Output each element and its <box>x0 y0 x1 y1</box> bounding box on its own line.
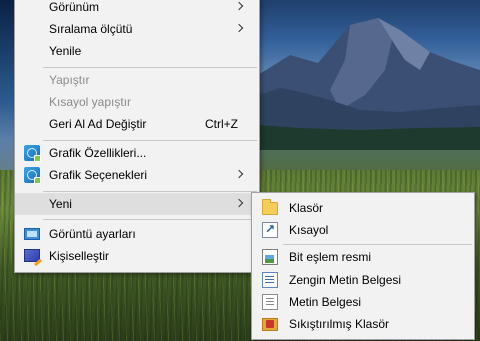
personalize-icon <box>24 249 40 262</box>
menu-item-undo-rename[interactable]: Geri Al Ad Değiştir Ctrl+Z <box>15 113 259 135</box>
menu-item-personalize[interactable]: Kişiselleştir <box>15 245 259 267</box>
menu-item-graphics-options[interactable]: Grafik Seçenekleri <box>15 164 259 186</box>
menu-item-new[interactable]: Yeni <box>15 193 259 215</box>
folder-icon <box>262 199 278 215</box>
chevron-right-icon <box>236 193 246 215</box>
display-settings-icon <box>24 228 40 240</box>
text-document-icon <box>262 294 278 310</box>
menu-separator <box>43 191 257 192</box>
menu-item-label: Kişiselleştir <box>49 249 110 263</box>
menu-separator <box>283 244 472 245</box>
submenu-item-bitmap-image[interactable]: Bit eşlem resmi <box>252 246 474 268</box>
menu-item-label: Görünüm <box>49 0 100 14</box>
menu-item-paste-shortcut[interactable]: Kısayol yapıştır <box>15 91 259 113</box>
menu-item-label: Görüntü ayarları <box>49 227 136 241</box>
submenu-item-label: Kısayol <box>289 223 329 237</box>
chevron-right-icon <box>236 18 246 40</box>
submenu-item-label: Bit eşlem resmi <box>289 250 372 264</box>
menu-item-label: Yeni <box>49 197 72 211</box>
new-submenu: Klasör Kısayol Bit eşlem resmi Zengin Me… <box>251 192 475 340</box>
submenu-item-compressed-folder[interactable]: Sıkıştırılmış Klasör <box>252 313 474 335</box>
menu-item-label: Geri Al Ad Değiştir <box>49 117 147 131</box>
graphics-properties-icon <box>24 145 41 162</box>
menu-separator <box>43 140 257 141</box>
menu-item-sort-by[interactable]: Sıralama ölçütü <box>15 18 259 40</box>
chevron-right-icon <box>236 0 246 18</box>
menu-item-label: Yenile <box>49 44 82 58</box>
submenu-item-folder[interactable]: Klasör <box>252 197 474 219</box>
submenu-item-label: Metin Belgesi <box>289 295 362 309</box>
menu-item-refresh[interactable]: Yenile <box>15 40 259 62</box>
graphics-options-icon <box>24 167 41 184</box>
submenu-item-label: Zengin Metin Belgesi <box>289 273 402 287</box>
menu-item-label: Kısayol yapıştır <box>49 95 132 109</box>
menu-item-shortcut: Ctrl+Z <box>205 117 238 131</box>
bitmap-image-icon <box>262 249 278 265</box>
submenu-item-rich-text-document[interactable]: Zengin Metin Belgesi <box>252 269 474 291</box>
menu-item-label: Grafik Özellikleri... <box>49 146 147 160</box>
menu-item-display-settings[interactable]: Görüntü ayarları <box>15 223 259 245</box>
submenu-item-label: Sıkıştırılmış Klasör <box>289 317 390 331</box>
menu-item-label: Grafik Seçenekleri <box>49 168 148 182</box>
rich-text-document-icon <box>262 272 278 288</box>
submenu-item-shortcut[interactable]: Kısayol <box>252 219 474 241</box>
menu-item-view[interactable]: Görünüm <box>15 0 259 18</box>
menu-item-graphics-properties[interactable]: Grafik Özellikleri... <box>15 142 259 164</box>
compressed-folder-icon <box>262 318 278 331</box>
shortcut-icon <box>262 222 278 238</box>
menu-item-label: Sıralama ölçütü <box>49 22 133 36</box>
chevron-right-icon <box>236 164 246 186</box>
menu-item-label: Yapıştır <box>49 73 90 87</box>
desktop-context-menu: Görünüm Sıralama ölçütü Yenile Yapıştır … <box>14 0 260 273</box>
menu-separator <box>43 67 257 68</box>
menu-item-paste[interactable]: Yapıştır <box>15 69 259 91</box>
menu-separator <box>43 219 257 220</box>
submenu-item-text-document[interactable]: Metin Belgesi <box>252 291 474 313</box>
submenu-item-label: Klasör <box>289 201 324 215</box>
